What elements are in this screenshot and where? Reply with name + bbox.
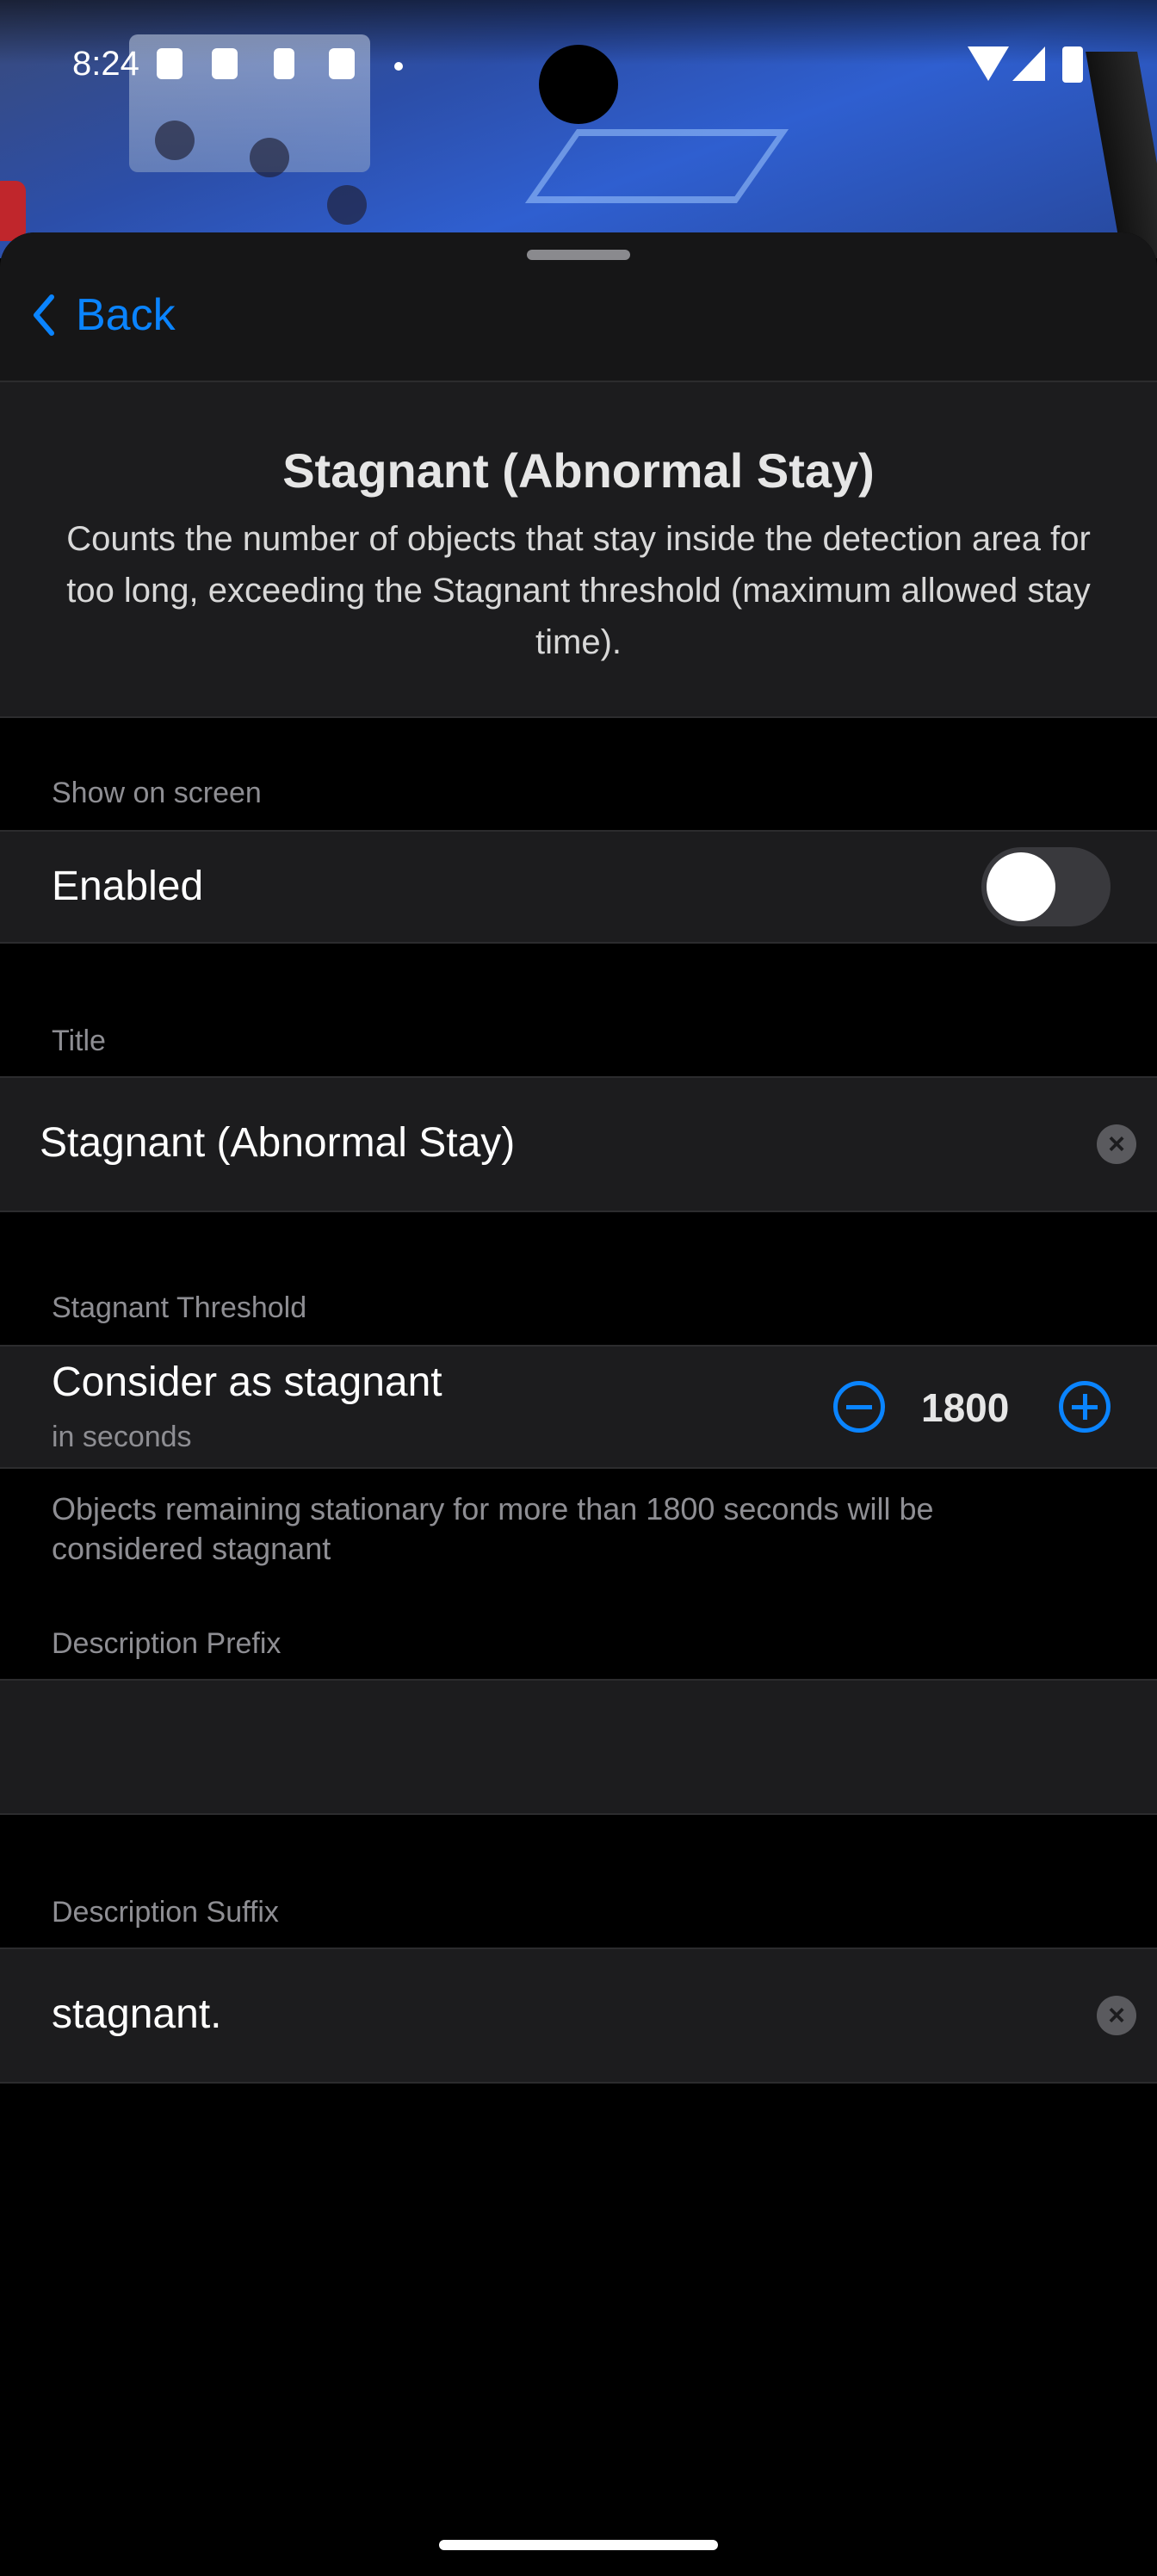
sd-card-icon (329, 48, 355, 79)
minus-icon (846, 1405, 872, 1409)
battery-icon (1062, 46, 1083, 83)
section-label-title: Title (52, 1025, 106, 1057)
pedestrian (250, 138, 289, 177)
sheet-grabber[interactable] (527, 250, 630, 260)
pedestrian (327, 185, 367, 225)
plus-icon-vertical (1083, 1394, 1087, 1420)
description-suffix-input[interactable]: stagnant. (52, 1991, 221, 2038)
enabled-toggle[interactable] (981, 847, 1111, 926)
section-label-description-suffix: Description Suffix (52, 1896, 279, 1929)
settings-sheet: Back Stagnant (Abnormal Stay) Counts the… (0, 232, 1157, 2576)
front-camera (539, 45, 618, 124)
section-label-description-prefix: Description Prefix (52, 1627, 282, 1660)
wifi-icon (968, 46, 1009, 81)
threshold-row: Consider as stagnant in seconds 1800 (0, 1345, 1157, 1469)
status-time: 8:24 (72, 45, 139, 83)
increment-button[interactable] (1059, 1381, 1111, 1433)
clear-suffix-icon[interactable]: × (1097, 1996, 1136, 2035)
title-field[interactable]: Stagnant (Abnormal Stay) × (0, 1076, 1157, 1212)
cellular-signal-icon (1012, 46, 1045, 81)
description-prefix-field[interactable] (0, 1679, 1157, 1815)
page-title: Stagnant (Abnormal Stay) (282, 443, 875, 498)
threshold-value: 1800 (921, 1385, 1010, 1430)
chevron-left-icon (34, 294, 54, 336)
threshold-label: Consider as stagnant (52, 1359, 442, 1405)
section-label-threshold: Stagnant Threshold (52, 1291, 307, 1324)
decrement-button[interactable] (833, 1381, 885, 1433)
road-marking (524, 129, 789, 203)
navigation-bar: Back (0, 232, 1157, 382)
metric-header: Stagnant (Abnormal Stay) Counts the numb… (0, 382, 1157, 718)
threshold-sublabel: in seconds (52, 1421, 192, 1453)
threshold-footnote: Objects remaining stationary for more th… (52, 1491, 934, 1566)
page-description: Counts the number of objects that stay i… (66, 520, 1091, 661)
section-label-show-on-screen: Show on screen (52, 777, 262, 809)
play-shield-icon (212, 48, 238, 79)
vpn-icon (274, 48, 294, 79)
back-button[interactable]: Back (31, 281, 176, 350)
enabled-row: Enabled (0, 830, 1157, 944)
description-suffix-field[interactable]: stagnant. × (0, 1947, 1157, 2084)
title-input[interactable]: Stagnant (Abnormal Stay) (40, 1119, 515, 1167)
home-indicator[interactable] (439, 2540, 718, 2550)
enabled-label: Enabled (52, 864, 204, 909)
shield-icon (157, 48, 183, 79)
toggle-knob (987, 852, 1055, 921)
clear-title-icon[interactable]: × (1097, 1124, 1136, 1164)
status-bar: 8:24 (0, 0, 1157, 138)
notification-dot-icon (394, 62, 403, 71)
back-label: Back (76, 290, 176, 340)
